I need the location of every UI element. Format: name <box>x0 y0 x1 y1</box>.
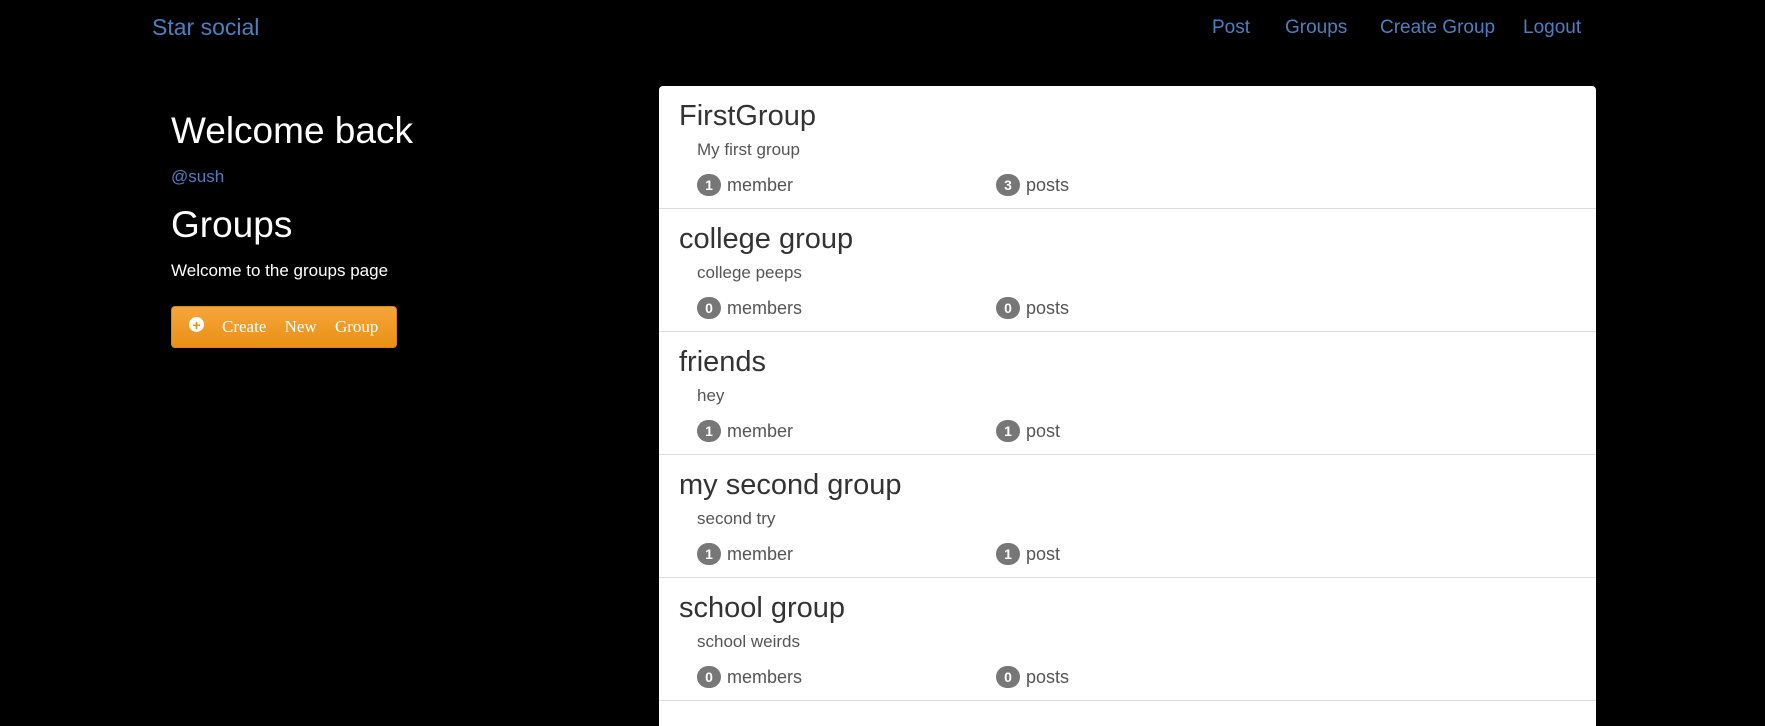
nav-links: Post Groups Create Group Logout <box>0 17 1765 41</box>
post-count: 1 post <box>996 543 1060 565</box>
post-label: posts <box>1026 297 1070 318</box>
group-description: hey <box>697 386 725 405</box>
group-name: friends <box>679 346 767 378</box>
group-item-college-group[interactable]: college group college peeps 0 members 0 … <box>659 209 1596 332</box>
post-count-badge: 3 <box>996 174 1020 196</box>
group-item-my-second-group[interactable]: my second group second try 1 member 1 po… <box>659 455 1596 578</box>
groups-subtitle: Welcome to the groups page <box>171 261 389 280</box>
post-label: post <box>1026 543 1061 564</box>
member-count-badge: 1 <box>697 174 721 196</box>
group-description: second try <box>697 509 776 528</box>
groups-heading: Groups <box>171 204 293 245</box>
member-label: members <box>727 666 803 687</box>
post-count: 3 posts <box>996 174 1069 196</box>
nav-link-groups[interactable]: Groups <box>1285 17 1347 39</box>
member-count-badge: 1 <box>697 420 721 442</box>
member-label: member <box>727 420 794 441</box>
group-description: My first group <box>697 140 800 159</box>
post-count-badge: 1 <box>996 543 1020 565</box>
group-name: my second group <box>679 469 902 501</box>
welcome-heading: Welcome back <box>171 110 413 151</box>
group-description: school weirds <box>697 632 800 651</box>
nav-link-post[interactable]: Post <box>1212 17 1250 39</box>
nav-link-create-group[interactable]: Create Group <box>1380 17 1495 39</box>
nav-link-logout[interactable]: Logout <box>1523 17 1581 39</box>
member-count-badge: 0 <box>697 666 721 688</box>
plus-circle-icon: + <box>189 317 204 332</box>
member-label: member <box>727 543 794 564</box>
member-count: 1 member <box>697 174 793 196</box>
member-count: 0 members <box>697 297 802 319</box>
group-item-friends[interactable]: friends hey 1 member 1 post <box>659 332 1596 455</box>
post-count-badge: 0 <box>996 666 1020 688</box>
member-count: 0 members <box>697 666 802 688</box>
member-label: member <box>727 174 794 195</box>
group-item-school-group[interactable]: school group school weirds 0 members 0 p… <box>659 578 1596 701</box>
top-navbar: Star social Post Groups Create Group Log… <box>0 0 1765 58</box>
create-button-label: Create New Group <box>222 317 379 336</box>
group-list: FirstGroup My first group 1 member 3 pos… <box>659 86 1596 726</box>
post-label: posts <box>1026 174 1070 195</box>
post-label: posts <box>1026 666 1070 687</box>
post-count: 0 posts <box>996 666 1069 688</box>
group-name: FirstGroup <box>679 100 816 132</box>
group-description: college peeps <box>697 263 802 282</box>
post-count: 0 posts <box>996 297 1069 319</box>
post-count: 1 post <box>996 420 1060 442</box>
member-count-badge: 1 <box>697 543 721 565</box>
create-new-group-button[interactable]: + Create New Group <box>171 306 397 348</box>
post-label: post <box>1026 420 1061 441</box>
member-count-badge: 0 <box>697 297 721 319</box>
post-count-badge: 0 <box>996 297 1020 319</box>
member-count: 1 member <box>697 420 793 442</box>
username-link[interactable]: @sush <box>171 167 224 187</box>
member-count: 1 member <box>697 543 793 565</box>
group-name: school group <box>679 592 846 624</box>
post-count-badge: 1 <box>996 420 1020 442</box>
group-item-firstgroup[interactable]: FirstGroup My first group 1 member 3 pos… <box>659 86 1596 209</box>
sidebar: Welcome back @sush Groups Welcome to the… <box>171 105 621 348</box>
group-name: college group <box>679 223 854 255</box>
member-label: members <box>727 297 803 318</box>
